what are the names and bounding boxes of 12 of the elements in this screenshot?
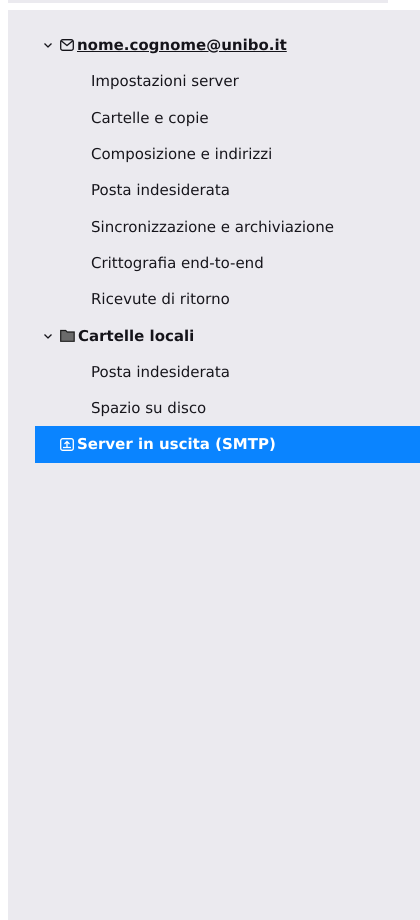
- tree-item[interactable]: Posta indesiderata: [35, 354, 420, 390]
- tree-item[interactable]: Impostazioni server: [35, 63, 420, 100]
- tree-item[interactable]: Posta indesiderata: [35, 172, 420, 208]
- tree-item[interactable]: Ricevute di ritorno: [35, 281, 420, 318]
- tree-group-row[interactable]: Server in uscita (SMTP): [35, 426, 420, 463]
- tree-item[interactable]: Spazio su disco: [35, 390, 420, 426]
- tree-item[interactable]: Cartelle e copie: [35, 100, 420, 136]
- tree-group-row[interactable]: Cartelle locali: [35, 317, 420, 354]
- tree-item[interactable]: Sincronizzazione e archiviazione: [35, 208, 420, 245]
- tree-item[interactable]: Composizione e indirizzi: [35, 136, 420, 172]
- tree-item[interactable]: Crittografia end-to-end: [35, 244, 420, 282]
- tree-group-row[interactable]: nome.cognome@unibo.it: [35, 27, 420, 64]
